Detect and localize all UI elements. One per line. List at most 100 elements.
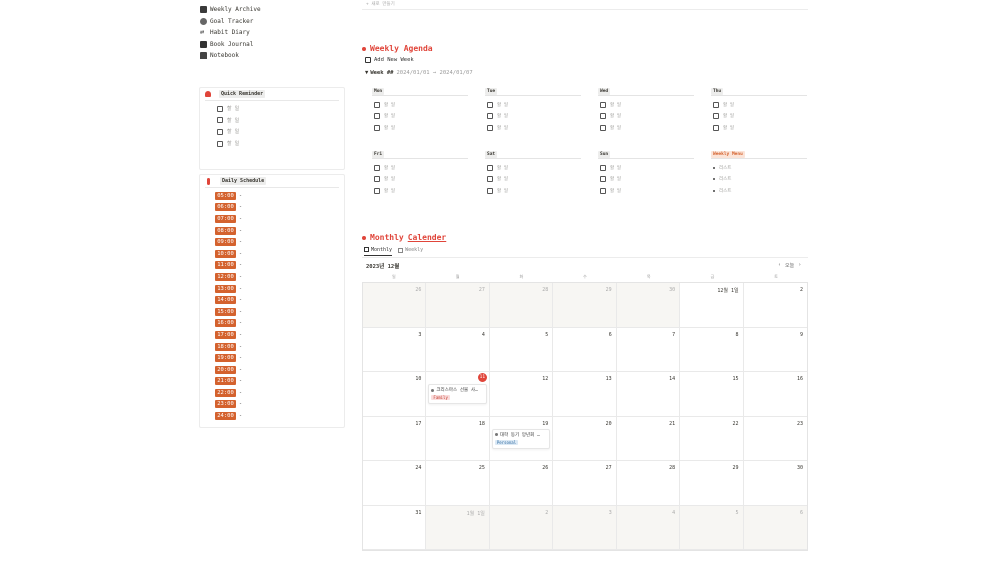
calendar-day-cell[interactable]: 12월 1일 [680,283,744,328]
calendar-day-cell[interactable]: 26 [489,461,554,506]
tab-monthly[interactable]: Monthly [364,247,393,256]
schedule-slot[interactable]: 18:00- [215,341,344,353]
agenda-todo[interactable]: 할 일 [485,111,581,123]
calendar-event[interactable]: 대학 동기 망년회 … Personal [491,428,551,449]
agenda-todo[interactable]: 할 일 [711,111,807,123]
calendar-day-cell[interactable]: 18 [426,416,490,461]
reminder-item[interactable]: 할 일 [217,126,344,138]
checkbox[interactable] [374,176,380,183]
week-toggle[interactable]: ▼ Week ## 2024/01/01 → 2024/01/07 [365,70,473,76]
agenda-todo[interactable]: 할 일 [485,99,581,111]
agenda-todo[interactable]: 할 일 [485,174,581,186]
checkbox[interactable] [600,124,606,131]
calendar-day-cell[interactable]: 28 [616,461,681,506]
calendar-day-cell[interactable]: 23 [743,417,807,461]
calendar-event[interactable]: 크리스마스 선물 사… Family [428,384,487,404]
calendar-day-cell[interactable]: 12 [489,372,554,417]
calendar-day-cell[interactable]: 6 [743,505,807,550]
calendar-day-cell[interactable]: 4 [616,505,681,550]
agenda-todo[interactable]: 할 일 [598,122,694,134]
calendar-day-cell[interactable]: 19 대학 동기 망년회 … Personal [489,416,554,461]
calendar-day-cell[interactable]: 25 [426,461,490,506]
add-new-week-button[interactable]: Add New Week [365,57,414,63]
calendar-day-cell[interactable]: 2 [743,283,807,328]
calendar-day-cell[interactable]: 10 [363,372,427,417]
nav-goal-tracker[interactable]: Goal Tracker [200,16,261,28]
checkbox[interactable] [374,101,380,108]
agenda-todo[interactable]: 할 일 [711,122,807,134]
new-item-hint[interactable]: + 새로 만들기 [366,1,395,7]
checkbox[interactable] [374,113,380,120]
schedule-slot[interactable]: 09:00- [215,236,344,248]
calendar-day-cell[interactable]: 13 [553,372,617,417]
agenda-todo[interactable]: 할 일 [711,99,807,111]
agenda-todo[interactable]: 할 일 [372,162,468,174]
calendar-day-cell[interactable]: 21 [616,416,681,461]
schedule-slot[interactable]: 13:00- [215,283,344,295]
schedule-slot[interactable]: 14:00- [215,294,344,306]
calendar-day-cell[interactable]: 11 크리스마스 선물 사… Family [426,372,490,417]
next-month-button[interactable]: › [798,262,801,269]
schedule-slot[interactable]: 06:00- [215,202,344,214]
checkbox[interactable] [713,113,719,120]
calendar-day-cell[interactable]: 30 [616,283,681,328]
calendar-day-cell[interactable]: 16 [743,372,807,417]
calendar-day-cell[interactable]: 26 [363,283,427,328]
agenda-todo[interactable]: 할 일 [372,122,468,134]
agenda-todo[interactable]: 할 일 [485,185,581,197]
checkbox[interactable] [487,164,493,171]
checkbox[interactable] [374,124,380,131]
calendar-day-cell[interactable]: 9 [743,328,807,372]
checkbox[interactable] [217,117,223,124]
calendar-day-cell[interactable]: 1월 1일 [426,505,490,550]
checkbox[interactable] [487,113,493,120]
calendar-day-cell[interactable]: 29 [680,461,744,506]
schedule-slot[interactable]: 23:00- [215,399,344,411]
calendar-day-cell[interactable]: 20 [553,416,617,461]
schedule-slot[interactable]: 20:00- [215,364,344,376]
agenda-todo[interactable]: 할 일 [598,111,694,123]
calendar-day-cell[interactable]: 8 [680,327,744,372]
agenda-todo[interactable]: 할 일 [485,122,581,134]
agenda-todo[interactable]: 할 일 [485,162,581,174]
checkbox[interactable] [713,101,719,108]
nav-notebook[interactable]: Notebook [200,50,261,62]
agenda-todo[interactable]: 할 일 [598,162,694,174]
agenda-todo[interactable]: 할 일 [372,99,468,111]
schedule-slot[interactable]: 15:00- [215,306,344,318]
agenda-todo[interactable]: 할 일 [598,99,694,111]
agenda-todo[interactable]: 할 일 [598,174,694,186]
calendar-day-cell[interactable]: 17 [363,416,427,461]
schedule-slot[interactable]: 11:00- [215,260,344,272]
checkbox[interactable] [374,164,380,171]
calendar-day-cell[interactable]: 27 [426,283,490,328]
schedule-slot[interactable]: 24:00- [215,410,344,422]
schedule-slot[interactable]: 17:00- [215,329,344,341]
calendar-day-cell[interactable]: 30 [743,461,807,506]
calendar-day-cell[interactable]: 4 [426,327,490,372]
checkbox[interactable] [600,113,606,120]
agenda-todo[interactable]: 할 일 [372,185,468,197]
nav-book-journal[interactable]: Book Journal [200,39,261,51]
schedule-slot[interactable]: 12:00- [215,271,344,283]
nav-habit-diary[interactable]: ⇄ Habit Diary [200,27,261,39]
calendar-day-cell[interactable]: 27 [553,461,617,506]
menu-item[interactable]: 리스트 [711,185,807,197]
today-button[interactable]: 오늘 [785,262,794,269]
tab-weekly[interactable]: Weekly [398,247,423,255]
checkbox[interactable] [487,176,493,183]
schedule-slot[interactable]: 08:00- [215,225,344,237]
checkbox[interactable] [374,187,380,194]
reminder-item[interactable]: 할 일 [217,115,344,127]
nav-weekly-archive[interactable]: Weekly Archive [200,4,261,16]
checkbox[interactable] [600,164,606,171]
schedule-slot[interactable]: 05:00- [215,190,344,202]
schedule-slot[interactable]: 10:00- [215,248,344,260]
reminder-item[interactable]: 할 일 [217,138,344,150]
agenda-todo[interactable]: 할 일 [598,185,694,197]
checkbox[interactable] [600,101,606,108]
reminder-item[interactable]: 할 일 [217,103,344,115]
calendar-day-cell[interactable]: 22 [680,416,744,461]
calendar-day-cell[interactable]: 14 [616,372,681,417]
checkbox[interactable] [600,176,606,183]
